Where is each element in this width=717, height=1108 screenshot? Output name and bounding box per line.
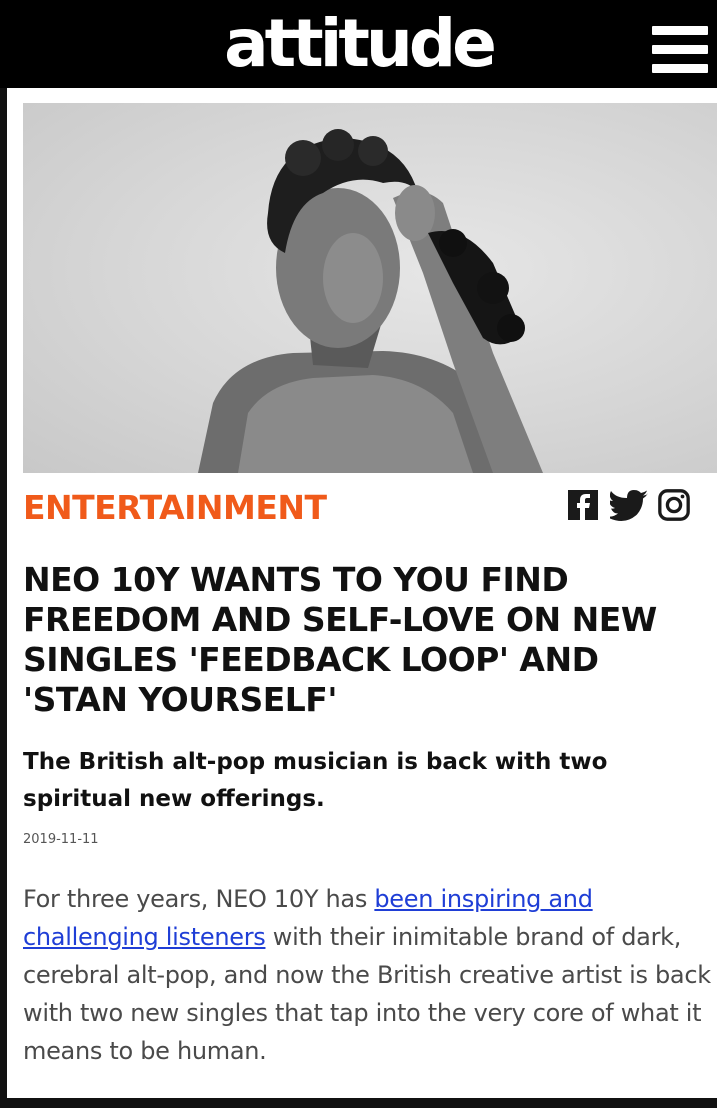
site-header: attitude (0, 0, 717, 88)
portrait-photo (198, 129, 543, 473)
twitter-icon[interactable] (610, 488, 650, 522)
frame-edge-left (0, 88, 7, 1108)
facebook-icon[interactable] (566, 488, 600, 522)
hamburger-menu-icon[interactable] (652, 26, 708, 74)
site-logo[interactable]: attitude (0, 2, 717, 86)
body-text-intro: For three years, NEO 10Y has (23, 885, 375, 913)
article-body: For three years, NEO 10Y has been inspir… (23, 880, 713, 1070)
article-subhead: The British alt-pop musician is back wit… (23, 749, 608, 812)
frame-edge-bottom (0, 1098, 717, 1108)
article-headline: NEO 10Y WANTS TO YOU FIND FREEDOM AND SE… (23, 560, 657, 719)
instagram-icon[interactable] (656, 488, 692, 522)
article-date: 2019-11-11 (23, 832, 99, 847)
hero-image (23, 103, 717, 473)
article-category[interactable]: ENTERTAINMENT (23, 488, 327, 527)
